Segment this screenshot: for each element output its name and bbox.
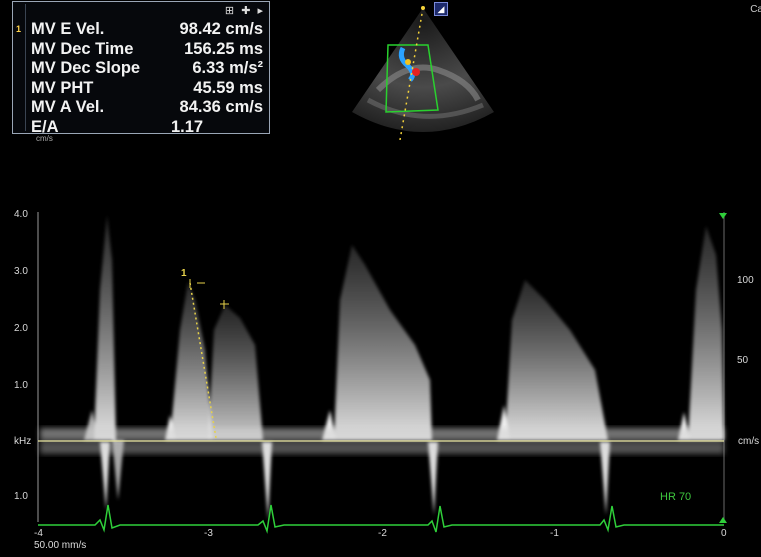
doppler-beat [322,245,432,440]
corner-label: Ca [750,4,761,15]
doppler-beat [497,280,608,440]
measurement-value: 156.25 ms [184,39,263,58]
measurement-value: 84.36 cm/s [179,98,263,117]
measurement-row[interactable]: MV Dec Slope 6.33 m/s² [31,59,265,79]
time-axis-tick: -2 [378,528,387,539]
measurement-row[interactable]: MV A Vel. 84.36 cm/s [31,98,265,118]
measurement-label: MV Dec Time [31,39,134,58]
spectral-doppler-display [37,212,727,534]
measurement-row[interactable]: MV Dec Time 156.25 ms [31,40,265,60]
measurement-value: 6.33 m/s² [192,59,263,78]
echo-sector-image [352,6,494,140]
heart-rate-label: HR 70 [660,491,692,503]
time-axis-tick: 0 [721,528,727,539]
measurement-tools-icons[interactable]: ⊞ ✚ ▸ [225,4,265,17]
scale-marker-bottom [719,517,727,523]
left-axis-tick: 4.0 [14,209,28,220]
measurement-row[interactable]: MV PHT 45.59 ms [31,79,265,99]
time-axis-tick: -1 [550,528,559,539]
measurement-panel: ⊞ ✚ ▸ 1 MV E Vel. 98.42 cm/s MV Dec Time… [12,1,270,137]
doppler-beat [678,226,724,440]
measurement-label: MV Dec Slope [31,59,141,78]
left-axis-tick: 1.0 [14,380,28,391]
measurement-value: 98.42 cm/s [179,20,263,39]
left-axis-tick: 2.0 [14,323,28,334]
probe-orientation-icon[interactable]: ◢ [434,2,448,16]
measurement-row[interactable]: MV E Vel. 98.42 cm/s [31,20,265,40]
measurement-list: MV E Vel. 98.42 cm/s MV Dec Time 156.25 … [31,20,265,137]
left-axis-unit: kHz [14,436,32,447]
right-axis-tick: 100 [737,275,754,286]
time-axis-tick: -4 [34,528,43,539]
measurement-value: 45.59 ms [193,78,263,97]
right-axis-tick: 50 [737,355,749,366]
measurement-row[interactable]: E/A 1.17 [31,118,265,138]
time-axis-tick: -3 [204,528,213,539]
panel-divider [25,4,26,131]
measurement-label: MV PHT [31,78,94,97]
measurement-label: MV A Vel. [31,98,105,117]
caliper-label: 1 [181,268,187,279]
scale-marker-top [719,213,727,219]
measurement-value: 1.17 [171,117,204,136]
velocity-unit-label: cm/s [36,134,53,143]
sweep-speed-label: 50.00 mm/s [34,540,87,551]
left-axis-tick: 1.0 [14,491,28,502]
measurement-index: 1 [16,24,22,34]
left-axis-tick: 3.0 [14,266,28,277]
right-axis-unit: cm/s [738,436,760,447]
doppler-beat [165,282,263,440]
measurement-label: MV E Vel. [31,20,105,39]
